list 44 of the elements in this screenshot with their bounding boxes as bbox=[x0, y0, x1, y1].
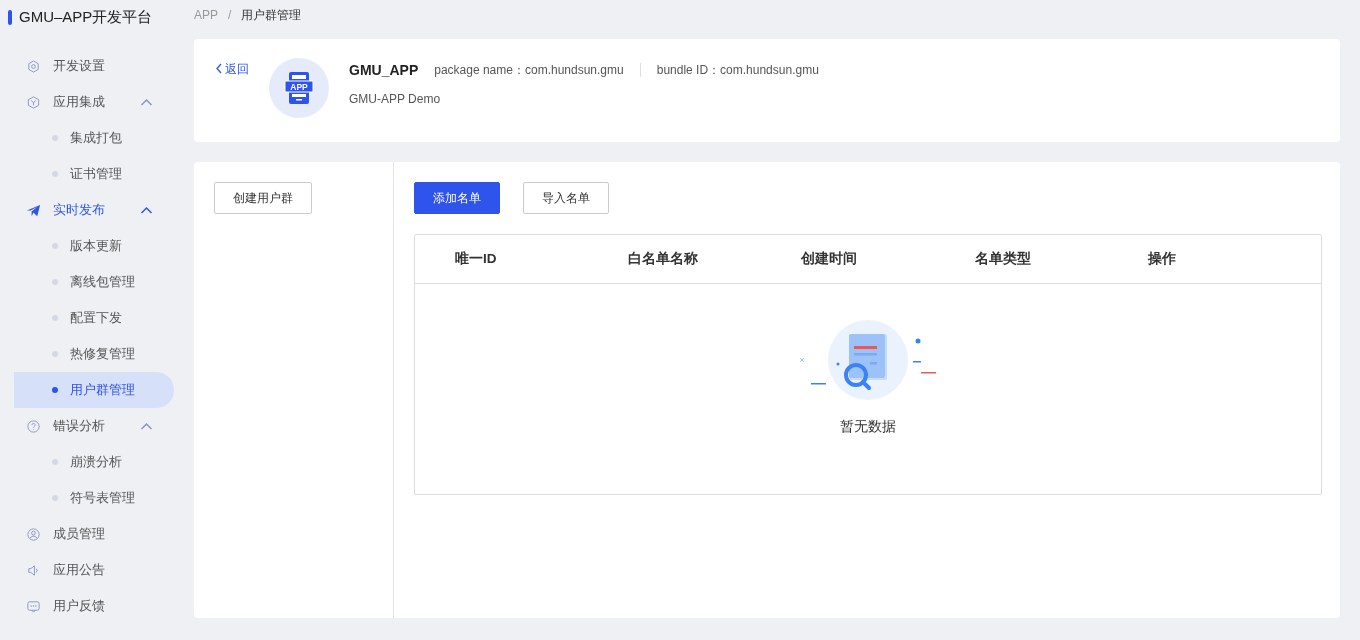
back-link[interactable]: 返回 bbox=[214, 61, 249, 77]
create-group-button[interactable]: 创建用户群 bbox=[214, 182, 312, 214]
sidebar-subitem[interactable]: 版本更新 bbox=[14, 228, 174, 264]
sidebar-item[interactable]: 用户反馈 bbox=[14, 588, 174, 624]
sidebar-subitem[interactable]: 证书管理 bbox=[14, 156, 174, 192]
add-list-button[interactable]: 添加名单 bbox=[414, 182, 500, 214]
bundle-value: com.hundsun.gmu bbox=[720, 63, 819, 77]
sidebar-item[interactable]: 错误分析 bbox=[14, 408, 174, 444]
package-label: package name： bbox=[434, 61, 525, 79]
chevron-left-icon bbox=[214, 61, 223, 75]
sidebar-item[interactable]: 实时发布 bbox=[14, 192, 174, 228]
import-list-button[interactable]: 导入名单 bbox=[523, 182, 609, 214]
column-header: 创建时间 bbox=[801, 250, 859, 268]
app-description: GMU-APP Demo bbox=[349, 92, 442, 106]
column-header: 唯一ID bbox=[455, 250, 498, 268]
package-value: com.hundsun.gmu bbox=[524, 63, 624, 77]
sidebar-subitem[interactable]: 崩溃分析 bbox=[14, 444, 174, 480]
sidebar-subitem[interactable]: 离线包管理 bbox=[14, 264, 174, 300]
cube-icon bbox=[26, 94, 41, 110]
sidebar-subitem[interactable]: 集成打包 bbox=[14, 120, 174, 156]
empty-message: 暂无数据 bbox=[840, 418, 896, 436]
sidebar-subitem[interactable]: 配置下发 bbox=[14, 300, 174, 336]
column-header: 白名单名称 bbox=[628, 250, 700, 268]
question-icon bbox=[26, 418, 41, 434]
sidebar-subitem[interactable]: 热修复管理 bbox=[14, 336, 174, 372]
breadcrumb-separator: / bbox=[228, 8, 232, 22]
gear-icon bbox=[26, 58, 41, 74]
brand-bar bbox=[8, 9, 12, 25]
sidebar-subitem[interactable]: 符号表管理 bbox=[14, 480, 174, 516]
sidebar-item[interactable]: 应用公告 bbox=[14, 552, 174, 588]
breadcrumb-item: 用户群管理 bbox=[241, 6, 302, 24]
sidebar-item[interactable]: 应用集成 bbox=[14, 84, 174, 120]
column-header: 操作 bbox=[1147, 250, 1177, 268]
sidebar-subitem[interactable]: 用户群管理 bbox=[14, 372, 174, 408]
paper-plane-icon bbox=[26, 202, 41, 218]
speaker-icon bbox=[26, 562, 41, 578]
bundle-label: bundle ID： bbox=[656, 61, 721, 79]
sidebar-item[interactable]: 成员管理 bbox=[14, 516, 174, 552]
app-name: GMU_APP bbox=[349, 62, 419, 78]
app-title: GMU–APP开发平台 bbox=[19, 7, 153, 27]
column-header: 名单类型 bbox=[974, 250, 1032, 268]
sidebar-item[interactable]: 开发设置 bbox=[14, 48, 174, 84]
chat-icon bbox=[26, 598, 41, 614]
user-icon bbox=[26, 526, 41, 542]
